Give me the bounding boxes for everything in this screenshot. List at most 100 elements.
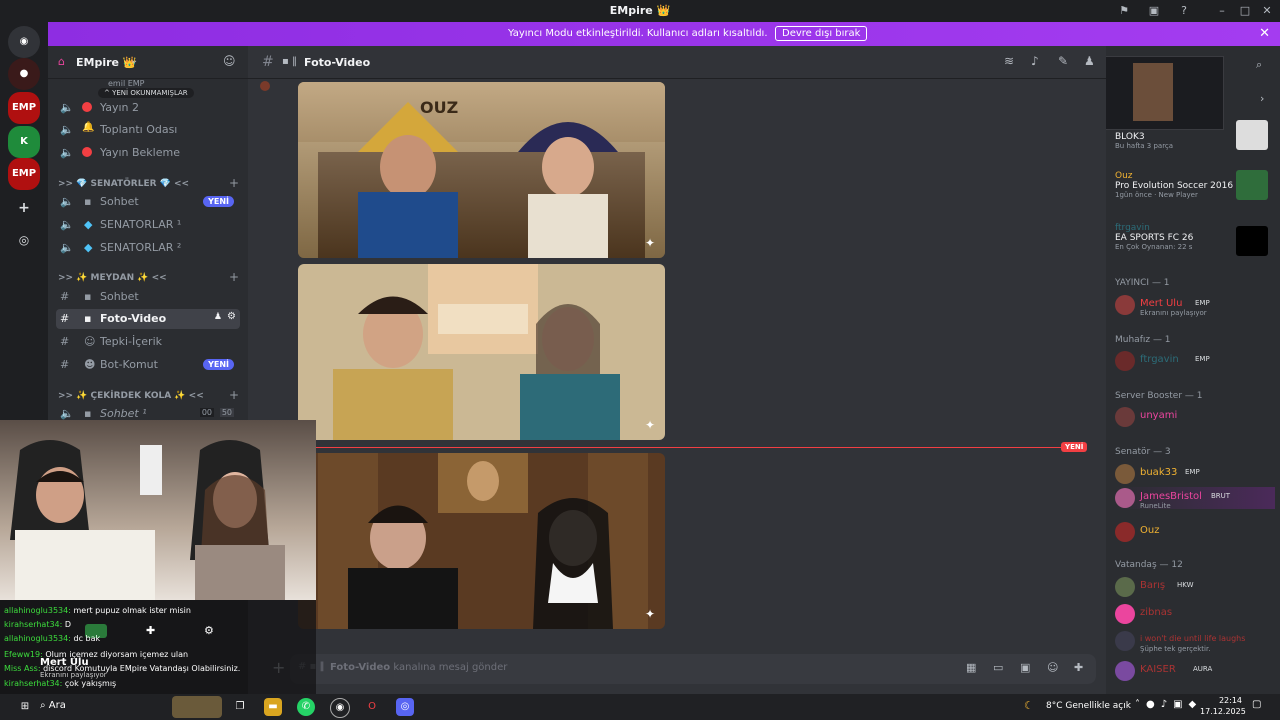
activity-card[interactable]: Ouz Pro Evolution Soccer 2016 ... 1gün ö…	[1115, 171, 1245, 199]
category-senatorler[interactable]: >> 💎 SENATÖRLER 💎 <<	[58, 179, 189, 189]
activity-card[interactable]: BLOK3 Bu hafta 3 parça	[1115, 132, 1173, 150]
channel-senatorlar-1[interactable]: 🔈 ◆ SENATORLAR ¹	[56, 215, 240, 235]
chat-text: dc bak	[73, 634, 101, 643]
bell-icon[interactable]: ♪	[1031, 54, 1039, 68]
image-attachment-1[interactable]: OUZ ✦	[298, 82, 665, 258]
disable-streamer-mode-button[interactable]: Devre dışı bırak	[775, 26, 868, 41]
sparkle-icon: ✦	[645, 607, 656, 621]
voice-channel-toplanti[interactable]: 🔈 🔔 Toplantı Odası	[56, 120, 240, 140]
channel-sohbet[interactable]: # ▪ Sohbet	[56, 287, 240, 307]
channel-label: Foto-Video	[100, 312, 167, 325]
taskbar: ⊞ ⌕ Ara ❐ ▬ ✆ ◉ O ◎ ☾ 8°C Genellikle açı…	[0, 694, 1280, 720]
settings-icon[interactable]: ⚙	[204, 624, 214, 637]
activity-card[interactable]: ftrgavin EA SPORTS FC 26 En Çok Oynanan:…	[1115, 223, 1193, 251]
member-item[interactable]: KAISER AURA	[1115, 660, 1275, 682]
activity-sub: Bu hafta 3 parça	[1115, 142, 1174, 150]
category-meydan[interactable]: >> ✨ MEYDAN ✨ <<	[58, 273, 167, 283]
image-attachment-2[interactable]: ✦	[298, 264, 665, 440]
composer-placeholder[interactable]: Foto-Video kanalına mesaj gönder	[330, 662, 507, 673]
member-item[interactable]: Mert Ulu EMP Ekranını paylaşıyor	[1115, 294, 1275, 317]
members-icon[interactable]: ♟	[1084, 54, 1095, 68]
group-header: Muhafız — 1	[1115, 335, 1171, 345]
add-channel-icon[interactable]: +	[229, 176, 239, 190]
gear-icon[interactable]: ⚙	[227, 311, 236, 322]
weather-text[interactable]: 8°C Genellikle açık	[1046, 701, 1131, 711]
maximize-icon[interactable]: □	[1237, 3, 1253, 19]
clock-time[interactable]: 22:14	[1212, 696, 1242, 705]
inbox-icon[interactable]: ⚑	[1116, 3, 1132, 19]
voice-channel-yayin-2[interactable]: 🔈 Yayın 2	[56, 98, 240, 118]
member-item[interactable]: ftrgavin EMP	[1115, 350, 1275, 372]
activity-image	[1236, 170, 1268, 200]
server-icon[interactable]: ●	[8, 58, 40, 90]
tray-icons[interactable]: ˄●♪▣◆	[1135, 699, 1202, 710]
server-header[interactable]: ⌂ EMpire 👑 ⌄ ☺	[48, 46, 248, 79]
task-view-icon[interactable]: ❐	[231, 698, 249, 716]
windows-start-icon[interactable]: ⊞	[16, 698, 34, 716]
message-composer[interactable]: + # ▪ ‖ Foto-Video kanalına mesaj gönder…	[272, 654, 1096, 684]
gif-icon[interactable]: ▭	[993, 661, 1003, 674]
avatar	[1115, 351, 1135, 371]
invite-icon[interactable]: ♟	[214, 312, 222, 322]
whatsapp-icon[interactable]: ✆	[297, 698, 315, 716]
grid-icon[interactable]: ✚	[146, 624, 155, 637]
category-cekirdek[interactable]: >> ✨ ÇEKİRDEK KOLA ✨ <<	[58, 391, 204, 401]
unread-pill[interactable]: ^ YENİ OKUNMAMIŞLAR	[98, 88, 194, 98]
channel-senatorlar-2[interactable]: 🔈 ◆ SENATORLAR ²	[56, 238, 240, 258]
opera-icon[interactable]: O	[363, 698, 381, 716]
add-member-icon[interactable]: ☺	[223, 54, 236, 68]
member-item[interactable]: zibnas	[1115, 603, 1275, 625]
minimize-icon[interactable]: –	[1214, 3, 1230, 19]
close-banner-icon[interactable]: ✕	[1259, 26, 1270, 41]
top-user: emil EMP	[108, 79, 145, 88]
member-item[interactable]: i won't die until life laughs Şüphe tek g…	[1115, 630, 1275, 653]
obs-icon[interactable]: ◉	[330, 698, 350, 718]
close-window-icon[interactable]: ✕	[1259, 3, 1275, 19]
add-server-icon[interactable]: +	[8, 192, 40, 224]
member-item[interactable]: Ouz	[1115, 521, 1275, 543]
voice-channel-yayin-bekleme[interactable]: 🔈 Yayın Bekleme	[56, 143, 240, 163]
avatar	[1115, 604, 1135, 624]
roman-photo	[298, 264, 665, 440]
chat-user: Efeww19:	[4, 650, 43, 659]
help-icon[interactable]: ?	[1176, 3, 1192, 19]
apps-icon[interactable]: ✚	[1074, 661, 1083, 674]
emp-server-icon[interactable]: EMP	[8, 158, 40, 190]
file-explorer-icon[interactable]: ▬	[264, 698, 282, 716]
channel-cekirdek-sohbet[interactable]: 🔈 ▪ Sohbet ¹ 00 50	[56, 404, 240, 420]
channel-sohbet-senator[interactable]: 🔈 ▪ Sohbet YENİ	[56, 192, 240, 212]
notification-icon[interactable]: ▢	[1252, 699, 1261, 710]
channel-tepki-icerik[interactable]: # ☺ Tepki-İçerik	[56, 332, 240, 352]
discord-icon[interactable]: ◎	[396, 698, 414, 716]
image-attachment-3[interactable]: ✦	[298, 453, 665, 629]
add-channel-icon[interactable]: +	[229, 388, 239, 402]
member-name: KAISER	[1140, 664, 1176, 675]
gift-icon[interactable]: ▦	[966, 661, 976, 674]
member-item[interactable]: Barış HKW	[1115, 576, 1275, 598]
clock-date[interactable]: 17.12.2025	[1200, 707, 1246, 716]
taskbar-search[interactable]: ⌕ Ara	[40, 700, 66, 711]
streamer-status: Ekranını paylaşıyor	[40, 671, 107, 679]
channel-bot-komut[interactable]: # ☻ Bot-Komut YENİ	[56, 355, 240, 375]
window-title: EMpire 👑	[609, 4, 671, 17]
sticker-icon[interactable]: ▣	[1020, 661, 1030, 674]
discord-home-icon[interactable]: ◉	[8, 26, 40, 58]
pin-icon[interactable]: ✎	[1058, 54, 1068, 68]
channel-foto-video[interactable]: # ▪ Foto-Video ♟ ⚙	[56, 309, 240, 329]
member-item[interactable]: buak33 EMP	[1115, 463, 1275, 485]
chat-line: kirahserhat34: D	[4, 620, 71, 629]
member-item[interactable]: JamesBristol BRUT RuneLite	[1115, 487, 1275, 510]
widget-image[interactable]	[172, 696, 222, 718]
search-icon[interactable]: ⌕	[1256, 58, 1262, 72]
window-icon[interactable]: ▣	[1146, 3, 1162, 19]
member-item[interactable]: unyami	[1115, 406, 1275, 428]
chat-user: Miss Ass:	[4, 664, 41, 673]
chevron-right-icon[interactable]: ›	[1260, 92, 1264, 105]
explore-icon[interactable]: ◎	[8, 224, 40, 256]
emoji-icon[interactable]: ☺	[1047, 661, 1058, 674]
threads-icon[interactable]: ≋	[1004, 54, 1014, 68]
empire-server-icon[interactable]: EMP	[8, 92, 40, 124]
k-server-icon[interactable]: K	[8, 126, 40, 158]
stream-preview[interactable]	[1106, 56, 1224, 130]
add-channel-icon[interactable]: +	[229, 270, 239, 284]
